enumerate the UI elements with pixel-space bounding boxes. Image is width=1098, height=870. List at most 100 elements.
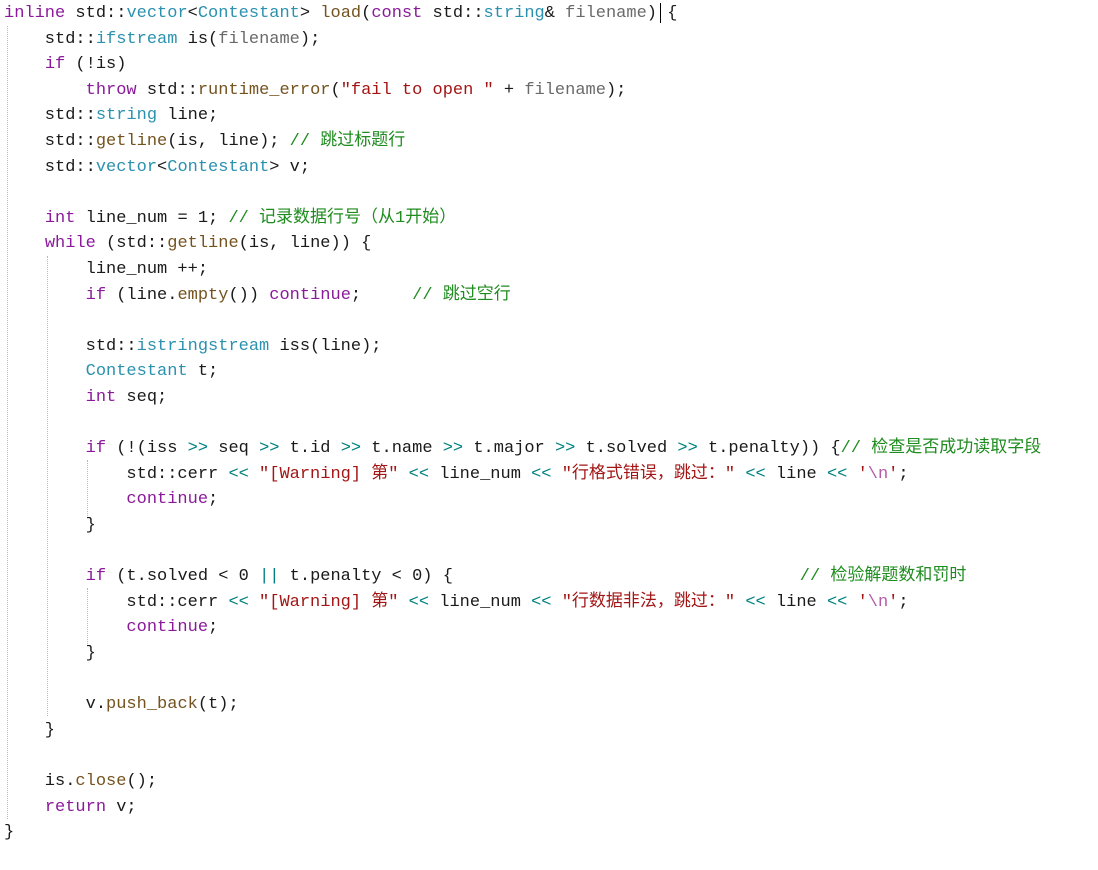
code-token: + [493, 80, 525, 100]
code-line[interactable]: std::getline(is, line); // 跳过标题行 [4, 129, 405, 155]
code-token: empty [177, 285, 229, 305]
code-line[interactable]: v.push_back(t); [4, 692, 239, 718]
code-token: << [408, 592, 430, 612]
code-token: \n [867, 464, 889, 484]
code-token: >> [187, 439, 209, 459]
code-line[interactable]: line_num ++; [4, 257, 208, 283]
code-token: ()) [228, 285, 270, 305]
code-token: filename [565, 4, 647, 23]
code-token: line_num ++; [4, 260, 209, 279]
code-token: ; [350, 285, 413, 305]
code-line[interactable]: if (t.solved < 0 || t.penalty < 0) { // … [4, 564, 967, 590]
code-token: line [765, 592, 827, 612]
code-token: t.solved [575, 439, 678, 459]
code-line[interactable]: } [4, 820, 14, 846]
code-line[interactable]: continue; [4, 487, 218, 513]
code-token: is( [177, 29, 219, 49]
code-token: ( [330, 80, 341, 100]
code-token: ) { [646, 4, 678, 23]
code-token: int [44, 208, 76, 228]
code-line[interactable]: return v; [4, 795, 137, 821]
code-line[interactable]: continue; [4, 615, 218, 641]
code-token: line_num [429, 464, 532, 484]
code-token: (std:: [95, 234, 168, 254]
code-line[interactable]: } [4, 718, 55, 744]
code-token: > v; [269, 157, 311, 177]
code-token: if [44, 55, 66, 75]
code-token: continue [126, 490, 209, 510]
code-token: t.penalty < 0) { [279, 567, 800, 587]
code-line[interactable]: if (!(iss >> seq >> t.id >> t.name >> t.… [4, 436, 1042, 462]
code-line[interactable]: inline std::vector<Contestant> load(cons… [4, 1, 677, 27]
code-token: >> [677, 439, 698, 459]
code-token: is. [4, 772, 76, 791]
code-token: (!is) [65, 55, 127, 75]
code-line[interactable]: std::string line; [4, 103, 218, 129]
code-token: ); [299, 29, 321, 49]
code-line[interactable]: } [4, 513, 96, 539]
code-token: (t); [197, 695, 239, 715]
code-token: (); [126, 772, 158, 791]
code-token: load [320, 4, 362, 23]
code-line[interactable]: if (!is) [4, 52, 127, 78]
code-token: t.name [361, 439, 443, 459]
code-token: \n [867, 592, 889, 612]
code-token: ifstream [95, 29, 178, 49]
code-token: >> [259, 439, 280, 459]
code-line[interactable]: std::cerr << "[Warning] 第" << line_num <… [4, 462, 908, 488]
code-token: std:: [65, 4, 127, 23]
code-token: continue [126, 618, 209, 638]
code-line[interactable]: while (std::getline(is, line)) { [4, 231, 371, 257]
code-token: getline [95, 132, 168, 151]
code-token: istringstream [136, 336, 270, 356]
code-editor[interactable]: inline std::vector<Contestant> load(cons… [0, 0, 1098, 870]
code-line[interactable]: } [4, 641, 96, 667]
code-token: // 检验解题数和罚时 [799, 567, 967, 587]
code-token: if [85, 439, 107, 459]
code-token: << [531, 464, 552, 484]
code-token: "[Warning] 第" [259, 464, 399, 484]
code-token: (line. [106, 285, 178, 305]
code-token: ' [857, 464, 868, 484]
code-token: std:: [136, 80, 198, 100]
code-token: Contestant [167, 157, 270, 177]
code-line[interactable]: if (line.empty()) continue; // 跳过空行 [4, 283, 511, 309]
code-token: > [299, 4, 321, 23]
code-token: Contestant [197, 4, 300, 23]
code-token: // 跳过空行 [412, 285, 511, 305]
code-line[interactable]: std::cerr << "[Warning] 第" << line_num <… [4, 590, 908, 616]
code-token: << [408, 464, 430, 484]
code-token: std:: [422, 4, 484, 23]
code-line[interactable]: throw std::runtime_error("fail to open "… [4, 78, 627, 104]
code-token: ' [888, 464, 899, 484]
code-token: (t.solved < 0 [106, 567, 260, 587]
code-token: t.id [279, 439, 341, 459]
code-token: return [44, 797, 107, 817]
code-line[interactable]: std::ifstream is(filename); [4, 27, 321, 53]
code-token: ' [888, 592, 899, 612]
code-token: iss(line); [269, 336, 382, 356]
code-line[interactable]: Contestant t; [4, 359, 219, 385]
code-line[interactable]: std::istringstream iss(line); [4, 334, 382, 360]
code-token: std::cerr [4, 464, 229, 484]
code-line[interactable]: int seq; [4, 385, 168, 411]
code-token: ); [605, 80, 627, 100]
code-token: "[Warning] 第" [259, 592, 399, 612]
code-line[interactable]: std::vector<Contestant> v; [4, 155, 310, 181]
code-token: filename [218, 29, 300, 49]
code-token: "行格式错误，跳过：" [561, 464, 736, 484]
code-line[interactable]: is.close(); [4, 769, 157, 795]
code-token: std:: [4, 106, 96, 126]
code-token: << [228, 464, 249, 484]
code-line[interactable]: int line_num = 1; // 记录数据行号（从1开始） [4, 206, 456, 232]
